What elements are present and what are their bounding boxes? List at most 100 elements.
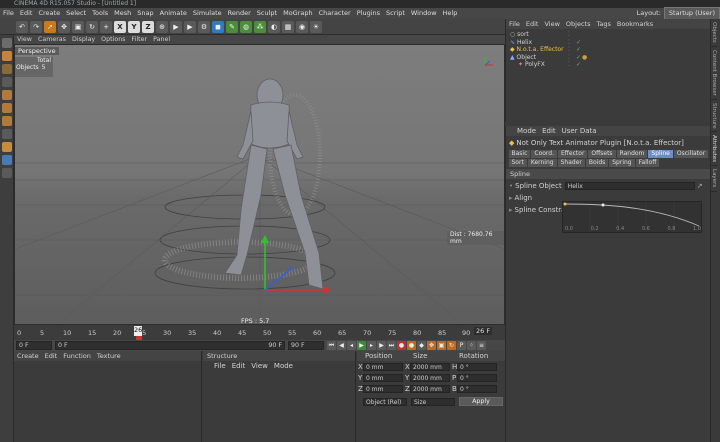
menu-item[interactable]: Snap	[134, 8, 156, 19]
attribute-menu-item[interactable]: Mode	[514, 127, 539, 135]
viewport-menu-item[interactable]: Options	[98, 35, 128, 44]
menu-item[interactable]: Tools	[89, 8, 111, 19]
tab-oscillator[interactable]: Oscillator	[673, 149, 709, 158]
autokey-icon[interactable]: ●	[407, 341, 416, 350]
render-picture-viewer-icon[interactable]: ▶	[184, 20, 196, 33]
spline-pen-icon[interactable]: ✎	[226, 20, 238, 33]
keyframe-selection-icon[interactable]: ◆	[417, 341, 426, 350]
attribute-menu-item[interactable]: User Data	[559, 127, 600, 135]
material-menu-item[interactable]: Texture	[94, 351, 124, 361]
object-menu-item[interactable]: Bookmarks	[614, 19, 656, 29]
menu-item[interactable]: Help	[440, 8, 461, 19]
3d-viewport[interactable]: Perspective Total Objects 5 FPS : 5.7 Di…	[14, 44, 505, 325]
viewport-menu-item[interactable]: View	[14, 35, 35, 44]
next-frame-icon[interactable]: ▸	[367, 341, 376, 350]
menu-item[interactable]: Plugins	[354, 8, 383, 19]
next-key-icon[interactable]: ▶	[377, 341, 386, 350]
visibility-dots-icon[interactable]: ⁚	[568, 39, 570, 47]
material-menu-item[interactable]: Edit	[42, 351, 61, 361]
enabled-check-icon[interactable]: ✓	[576, 61, 581, 69]
x-axis-lock-button[interactable]: X	[114, 20, 126, 33]
menu-item[interactable]: Render	[225, 8, 254, 19]
menu-item[interactable]: Simulate	[190, 8, 225, 19]
points-mode-icon[interactable]	[2, 90, 12, 100]
object-menu-item[interactable]: View	[541, 19, 562, 29]
parameter-key-icon[interactable]: P	[457, 341, 466, 350]
current-frame-field[interactable]: 26 F	[474, 327, 493, 335]
dock-tab-content-browser[interactable]: Content Browser	[711, 47, 717, 100]
structure-menu-item[interactable]: Edit	[229, 361, 249, 371]
menu-item[interactable]: Edit	[17, 8, 36, 19]
object-menu-item[interactable]: File	[506, 19, 523, 29]
viewport-menu-item[interactable]: Display	[69, 35, 98, 44]
size-y-field[interactable]: 2000 mm	[410, 374, 450, 382]
coordinate-mode-dropdown[interactable]: Object (Rel)	[363, 397, 407, 406]
position-z-field[interactable]: 0 mm	[363, 385, 403, 393]
viewport-menu-item[interactable]: Cameras	[35, 35, 69, 44]
size-z-field[interactable]: 2000 mm	[410, 385, 450, 393]
light-icon[interactable]: ☀	[310, 20, 322, 33]
tab-basic[interactable]: Basic	[508, 149, 531, 158]
rotation-key-icon[interactable]: ↻	[447, 341, 456, 350]
spline-object-link-field[interactable]: Helix	[564, 182, 695, 190]
scale-tool-icon[interactable]: ▣	[72, 20, 84, 33]
edges-mode-icon[interactable]	[2, 103, 12, 113]
tweak-mode-icon[interactable]	[2, 142, 12, 152]
link-arrow-icon[interactable]: ↗	[697, 182, 703, 190]
play-icon[interactable]: ▶	[357, 341, 366, 350]
apply-button[interactable]: Apply	[459, 397, 503, 406]
tab-boids[interactable]: Boids	[585, 158, 609, 167]
viewport-name[interactable]: Perspective	[15, 47, 59, 55]
workplane-icon[interactable]	[2, 77, 12, 87]
nurbs-icon[interactable]: ◍	[240, 20, 252, 33]
size-mode-dropdown[interactable]: Size	[411, 397, 455, 406]
size-x-field[interactable]: 2000 mm	[410, 363, 450, 371]
menu-item[interactable]: Create	[35, 8, 63, 19]
attribute-menu-item[interactable]: Edit	[539, 127, 559, 135]
tab-coord[interactable]: Coord.	[531, 149, 557, 158]
tab-effector[interactable]: Effector	[558, 149, 588, 158]
tab-shader[interactable]: Shader	[557, 158, 585, 167]
y-axis-lock-button[interactable]: Y	[128, 20, 140, 33]
position-key-icon[interactable]: ✥	[427, 341, 436, 350]
rotation-b-field[interactable]: 0 °	[457, 385, 497, 393]
goto-start-icon[interactable]: ⏮	[327, 341, 336, 350]
recent-tool-icon[interactable]: +	[100, 20, 112, 33]
structure-menu-item[interactable]: File	[211, 361, 229, 371]
viewport-menu-item[interactable]: Filter	[128, 35, 150, 44]
texture-mode-icon[interactable]	[2, 64, 12, 74]
deformer-icon[interactable]: ◐	[268, 20, 280, 33]
tab-falloff[interactable]: Falloff	[635, 158, 660, 167]
rotate-tool-icon[interactable]: ↻	[86, 20, 98, 33]
end-frame-field[interactable]: 90 F	[288, 341, 324, 350]
select-tool-icon[interactable]: ➚	[44, 20, 56, 33]
tab-sort[interactable]: Sort	[508, 158, 527, 167]
dock-tab-layers[interactable]: Layers	[711, 166, 717, 192]
enabled-check-icon[interactable]: ✓	[576, 39, 581, 47]
visibility-dots-icon[interactable]: ⁚	[568, 31, 570, 39]
start-frame-field[interactable]: 0 F	[16, 341, 52, 350]
object-row[interactable]: ○ sort ⁚	[510, 31, 710, 39]
scale-key-icon[interactable]: ▣	[437, 341, 446, 350]
dock-tab-attributes[interactable]: Attributes	[711, 132, 717, 167]
render-settings-icon[interactable]: ⚙	[198, 20, 210, 33]
polygons-mode-icon[interactable]	[2, 116, 12, 126]
point-level-key-icon[interactable]: ⁘	[467, 341, 476, 350]
undo-icon[interactable]: ↶	[16, 20, 28, 33]
structure-menu-item[interactable]: Mode	[271, 361, 296, 371]
menu-item[interactable]: Sculpt	[254, 8, 280, 19]
tab-random[interactable]: Random	[616, 149, 648, 158]
visibility-dots-icon[interactable]: ⁚	[568, 61, 570, 69]
axis-mode-icon[interactable]	[2, 129, 12, 139]
timeline-layout-icon[interactable]: ≡	[477, 341, 486, 350]
material-tag-icon[interactable]: ●	[582, 54, 587, 62]
visibility-dots-icon[interactable]: ⁚	[568, 54, 570, 62]
object-row[interactable]: ◆ N.o.t.a. Effector ⁚ ✓	[510, 46, 710, 54]
menu-item[interactable]: MoGraph	[280, 8, 316, 19]
object-row[interactable]: ∿ Helix ⁚ ✓	[510, 39, 710, 47]
enabled-check-icon[interactable]: ✓	[576, 54, 581, 62]
menu-item[interactable]: Mesh	[111, 8, 134, 19]
material-menu-item[interactable]: Create	[14, 351, 42, 361]
cube-primitive-icon[interactable]: ◼	[212, 20, 224, 33]
menu-item[interactable]: Animate	[157, 8, 190, 19]
